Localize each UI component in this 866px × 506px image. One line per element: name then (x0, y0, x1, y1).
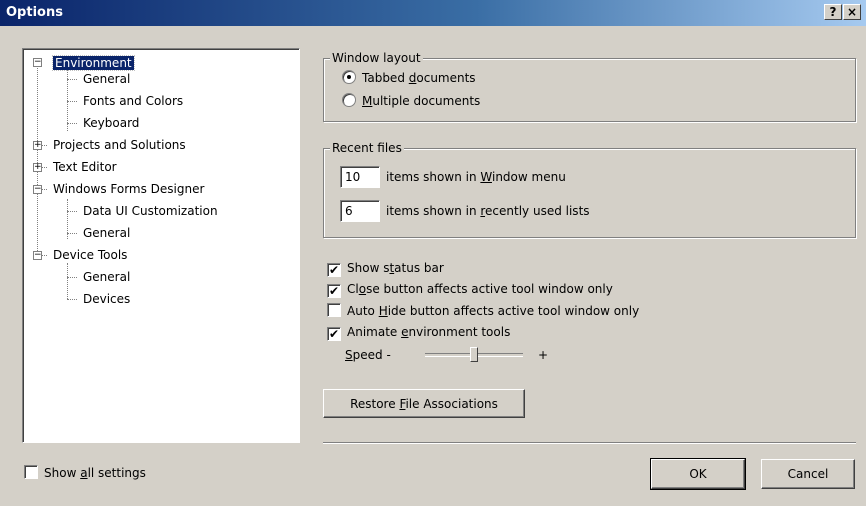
checkbox-checked-icon: ✔ (327, 327, 341, 341)
tree-item-general[interactable]: General (81, 267, 132, 287)
tree-item-general[interactable]: General (81, 223, 132, 243)
tree-item-label: Keyboard (83, 116, 140, 130)
tree-item-label: Environment (52, 55, 135, 71)
group-title: Window layout (330, 51, 423, 65)
tree-item-label: Data UI Customization (83, 204, 218, 218)
access-key: a (80, 466, 88, 480)
label-post: ecently used lists (485, 204, 590, 218)
expand-icon[interactable]: + (33, 141, 42, 150)
tree-item-text-editor[interactable]: Text Editor (51, 157, 119, 177)
label-post: indow menu (491, 170, 566, 184)
close-button-affects-checkbox[interactable]: ✔ Close button affects active tool window… (327, 280, 613, 298)
animate-environment-tools-checkbox[interactable]: ✔ Animate environment tools (327, 323, 510, 341)
checkbox-label-pre: Show s (347, 261, 390, 275)
checkbox-checked-icon: ✔ (327, 284, 341, 298)
radio-unselected-icon (342, 93, 356, 107)
separator (323, 442, 856, 444)
checkbox-unchecked-icon (327, 303, 341, 317)
checkbox-label-pre: Animate (347, 325, 402, 339)
speed-label: Speed - (345, 346, 391, 364)
collapse-icon[interactable]: − (33, 58, 42, 67)
window-layout-group: Window layout (323, 51, 856, 122)
checkbox-label-post: ll settings (87, 466, 146, 480)
tree-item-label: General (83, 72, 131, 86)
tree-item-data-ui-customization[interactable]: Data UI Customization (81, 201, 220, 221)
button-label-pre: Restore (350, 396, 400, 411)
radio-selected-icon (342, 70, 356, 84)
tree-item-projects-and-solutions[interactable]: Projects and Solutions (51, 135, 188, 155)
checkbox-label-pre: Auto (347, 304, 379, 318)
tree-item-label: Device Tools (53, 248, 128, 262)
radio-label-pre: Tabbed (362, 71, 409, 85)
tree-item-label: Windows Forms Designer (53, 182, 205, 196)
tree-item-devices[interactable]: Devices (81, 289, 132, 309)
checkbox-label-pre: Cl (347, 282, 359, 296)
button-label-post: ile Associations (405, 396, 498, 411)
checkbox-label-post: nvironment tools (408, 325, 511, 339)
show-status-bar-checkbox[interactable]: ✔ Show status bar (327, 259, 444, 277)
window-menu-count-input[interactable] (340, 166, 380, 188)
access-key: o (358, 282, 367, 296)
show-all-settings-checkbox[interactable]: Show all settings (24, 464, 146, 482)
label-pre: items shown in (386, 170, 481, 184)
restore-file-associations-button[interactable]: Restore File Associations (323, 389, 525, 418)
tree-item-device-tools[interactable]: Device Tools (51, 245, 129, 265)
checkbox-checked-icon: ✔ (327, 263, 341, 277)
tree-item-fonts-and-colors[interactable]: Fonts and Colors (81, 91, 185, 111)
options-tree[interactable]: − + + − − Environment General Fonts and … (22, 48, 300, 443)
recent-lists-count-label: items shown in recently used lists (386, 200, 590, 222)
speed-slider[interactable] (425, 345, 523, 363)
auto-hide-affects-checkbox[interactable]: Auto Hide button affects active tool win… (327, 302, 639, 320)
tree-item-label: Projects and Solutions (53, 138, 186, 152)
collapse-icon[interactable]: − (33, 185, 42, 194)
tree-item-label: General (83, 226, 131, 240)
speed-plus-label: + (538, 348, 549, 362)
window-title: Options (6, 5, 63, 20)
checkbox-label-pre: Show (44, 466, 81, 480)
close-icon[interactable]: × (843, 4, 861, 20)
tree-item-general[interactable]: General (81, 69, 132, 89)
recent-files-group: Recent files (323, 141, 856, 238)
tree-connector-line (67, 123, 77, 124)
expand-icon[interactable]: + (33, 163, 42, 172)
tree-connector-line (67, 79, 77, 80)
title-bar: Options ? × (0, 0, 866, 26)
tree-connector-line (67, 263, 68, 299)
tree-item-label: Text Editor (53, 160, 117, 174)
tabbed-documents-radio[interactable]: Tabbed documents (342, 69, 476, 87)
access-key: M (362, 94, 373, 108)
label-pre: items shown in (386, 204, 481, 218)
recent-lists-count-input[interactable] (340, 200, 380, 222)
help-icon[interactable]: ? (824, 4, 842, 20)
tree-connector-line (67, 277, 77, 278)
tree-connector-line (67, 211, 77, 212)
tree-connector-line (67, 299, 77, 300)
group-title: Recent files (330, 141, 404, 155)
collapse-icon[interactable]: − (33, 251, 42, 260)
tree-connector-line (37, 63, 38, 255)
slider-thumb[interactable] (470, 347, 478, 362)
radio-label-post: ocuments (416, 71, 476, 85)
cancel-button[interactable]: Cancel (761, 459, 855, 489)
tree-item-label: Fonts and Colors (83, 94, 184, 108)
radio-label-post: ultiple documents (372, 94, 481, 108)
access-key: H (378, 304, 388, 318)
tree-item-windows-forms-designer[interactable]: Windows Forms Designer (51, 179, 206, 199)
checkbox-label-post: atus bar (394, 261, 444, 275)
tree-connector-line (67, 67, 68, 131)
ok-button[interactable]: OK (650, 458, 746, 490)
tree-item-keyboard[interactable]: Keyboard (81, 113, 141, 133)
speed-label-text: peed - (352, 348, 391, 362)
tree-connector-line (67, 233, 77, 234)
checkbox-label-post: ide button affects active tool window on… (387, 304, 640, 318)
tree-item-label: Devices (83, 292, 131, 306)
checkbox-label-post: se button affects active tool window onl… (366, 282, 613, 296)
tree-connector-line (67, 101, 77, 102)
multiple-documents-radio[interactable]: Multiple documents (342, 92, 480, 110)
access-key: S (345, 348, 353, 362)
checkbox-unchecked-icon (24, 465, 38, 479)
tree-item-label: General (83, 270, 131, 284)
window-menu-count-label: items shown in Window menu (386, 166, 566, 188)
access-key: W (480, 170, 492, 184)
